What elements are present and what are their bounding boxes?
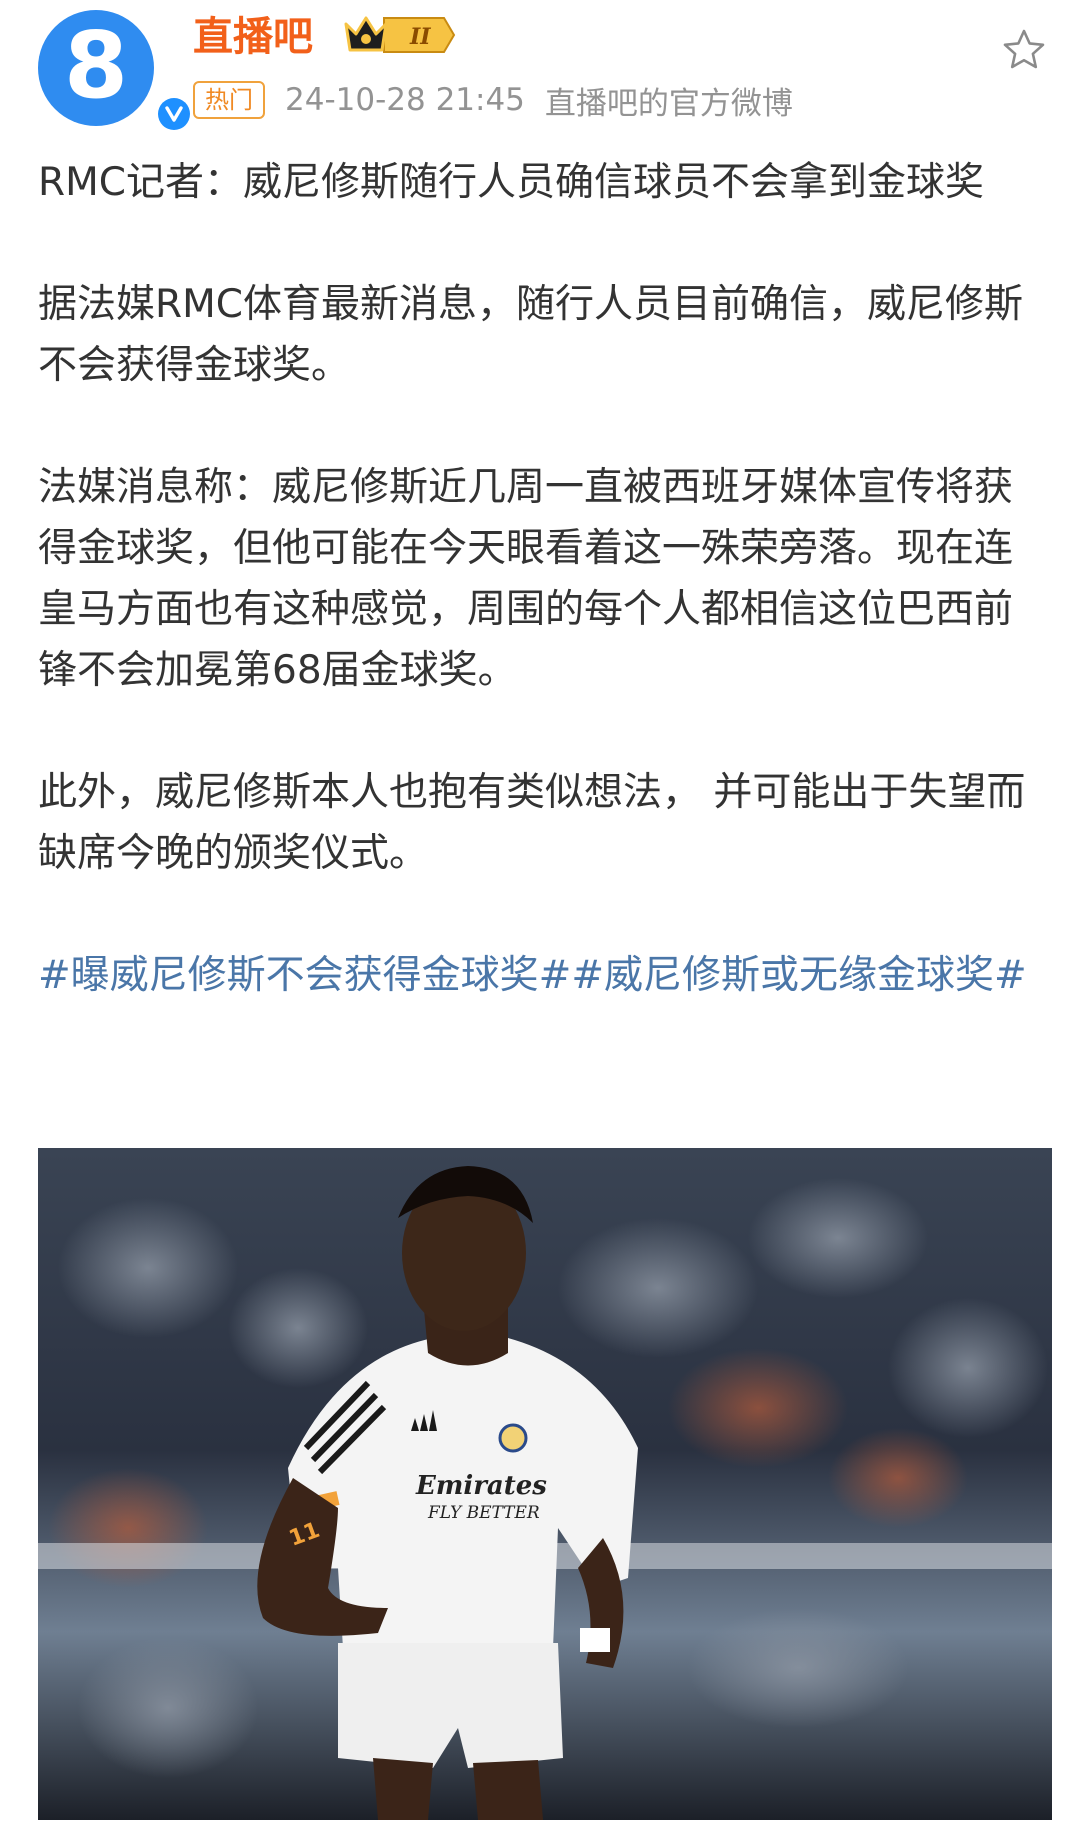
vip-level-text: II [409, 24, 431, 50]
jersey-sponsor: Emirates [415, 1471, 547, 1501]
post-header: 8 直播吧 II 热门 24-10-28 21:45 直播吧的官方微博 [0, 0, 1080, 140]
post-paragraph: 法媒消息称：威尼修斯近几周一直被西班牙媒体宣传将获得金球奖，但他可能在今天眼看着… [38, 465, 1014, 693]
hashtag-link[interactable]: #曝威尼修斯不会获得金球奖# [38, 953, 571, 998]
vip-badge[interactable]: II [340, 12, 460, 58]
post-paragraph: RMC记者：威尼修斯随行人员确信球员不会拿到金球奖 [38, 160, 984, 205]
post-paragraph: 此外，威尼修斯本人也抱有类似想法， 并可能出于失望而缺席今晚的颁奖仪式。 [38, 770, 1026, 876]
post-timestamp: 24-10-28 21:45 [285, 82, 525, 118]
hashtag-link[interactable]: #威尼修斯或无缘金球奖# [571, 953, 1026, 998]
crown-icon: II [344, 16, 456, 53]
author-avatar[interactable]: 8 [38, 10, 194, 134]
post-source: 直播吧的官方微博 [544, 85, 793, 122]
verified-icon [154, 94, 194, 134]
star-outline-icon [1003, 29, 1045, 69]
hot-tag[interactable]: 热门 [193, 81, 265, 119]
author-name[interactable]: 直播吧 [193, 12, 313, 62]
avatar-glyph: 8 [63, 12, 128, 119]
post-meta: 热门 24-10-28 21:45 直播吧的官方微博 [193, 80, 793, 122]
jersey-sponsor-tagline: FLY BETTER [427, 1503, 540, 1523]
post-body: RMC记者：威尼修斯随行人员确信球员不会拿到金球奖 据法媒RMC体育最新消息，随… [38, 152, 1048, 1006]
post-paragraph: 据法媒RMC体育最新消息，随行人员目前确信，威尼修斯不会获得金球奖。 [38, 282, 1023, 388]
post-photo[interactable]: Emirates FLY BETTER 11 [38, 1148, 1052, 1820]
player-photo-illustration: Emirates FLY BETTER 11 [38, 1148, 1052, 1820]
hashtag-line: #曝威尼修斯不会获得金球奖##威尼修斯或无缘金球奖# [38, 945, 1048, 1006]
favorite-button[interactable] [996, 22, 1052, 78]
